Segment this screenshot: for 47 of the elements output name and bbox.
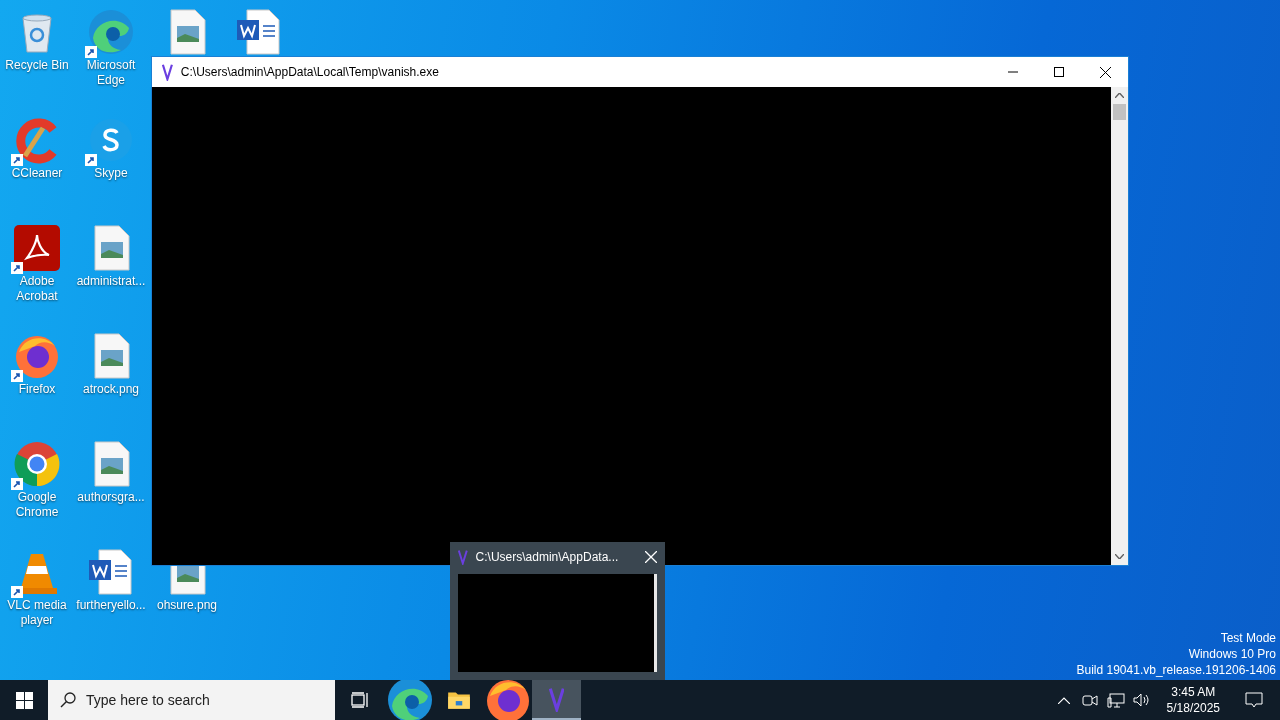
scroll-up-icon[interactable] bbox=[1115, 93, 1124, 98]
v-logo-icon bbox=[458, 549, 468, 565]
icon-label[interactable]: furtheryello... bbox=[76, 598, 146, 613]
skype-icon bbox=[87, 116, 135, 164]
task-view-icon bbox=[351, 692, 369, 708]
system-notice: Windows 10 Pro bbox=[1188, 646, 1276, 662]
window-title: C:\Users\admin\AppData\Local\Temp\vanish.exe bbox=[180, 65, 440, 79]
v-logo-icon bbox=[548, 686, 565, 712]
thumbnail-preview[interactable]: C:\Users\admin\AppData... bbox=[450, 542, 665, 680]
icon-label[interactable]: VLC media player bbox=[0, 598, 74, 628]
network-icon[interactable] bbox=[1106, 692, 1125, 708]
volume-icon[interactable] bbox=[1132, 693, 1151, 707]
maximize-icon bbox=[1054, 67, 1064, 77]
icon-label[interactable]: ohsure.png bbox=[156, 598, 217, 613]
camera-icon[interactable] bbox=[1081, 693, 1098, 707]
notification-icon[interactable] bbox=[1245, 692, 1263, 708]
icon-label[interactable]: atrock.png bbox=[82, 382, 139, 397]
icon-label[interactable]: Skype bbox=[94, 166, 128, 181]
chrome-icon bbox=[13, 440, 61, 488]
taskbar-app[interactable] bbox=[385, 680, 434, 720]
system-notice: Build 19041.vb_release.191206-1406 bbox=[1076, 662, 1276, 678]
chevron-up-icon[interactable] bbox=[1057, 696, 1070, 704]
icon-label[interactable]: authorsgra... bbox=[77, 490, 145, 505]
icon-label[interactable]: CCleaner bbox=[11, 166, 63, 181]
windows-logo-icon bbox=[15, 691, 33, 709]
clock-date: 5/18/2025 bbox=[1166, 700, 1220, 716]
clock[interactable]: 3:45 AM 5/18/2025 bbox=[1156, 684, 1230, 716]
icon-label[interactable]: Adobe Acrobat bbox=[0, 274, 74, 304]
word-document-icon bbox=[235, 8, 283, 56]
icon-label[interactable]: administrat... bbox=[76, 274, 146, 289]
close-icon[interactable] bbox=[645, 551, 657, 563]
preview-title: C:\Users\admin\AppData... bbox=[475, 550, 620, 564]
scrollbar-thumb[interactable] bbox=[1113, 104, 1126, 120]
edge-icon bbox=[87, 8, 135, 56]
icon-label[interactable]: Recycle Bin bbox=[5, 58, 69, 73]
acrobat-icon bbox=[13, 224, 61, 272]
clock-time: 3:45 AM bbox=[1171, 684, 1216, 700]
search-icon bbox=[60, 692, 76, 708]
scroll-down-icon[interactable] bbox=[1115, 554, 1124, 559]
icon-label[interactable]: Microsoft Edge bbox=[74, 58, 148, 88]
system-notice: Test Mode bbox=[1220, 630, 1276, 646]
close-icon bbox=[1099, 66, 1111, 78]
icon-label[interactable]: Firefox bbox=[18, 382, 56, 397]
word-document-icon bbox=[87, 548, 135, 596]
search-field[interactable]: Type here to search bbox=[48, 680, 335, 720]
icon-label[interactable]: Google Chrome bbox=[0, 490, 74, 520]
v-logo-icon bbox=[162, 63, 173, 81]
